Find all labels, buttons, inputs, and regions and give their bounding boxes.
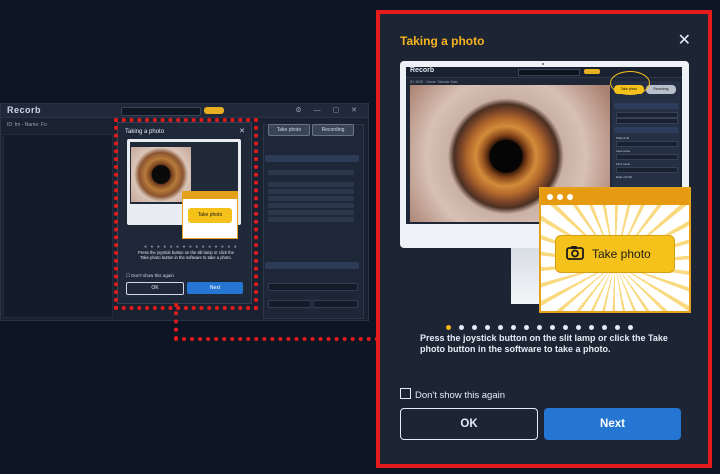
app-logo: Recorb xyxy=(7,105,42,115)
image-list-panel xyxy=(3,134,113,318)
connector-line xyxy=(174,303,178,340)
mini-tab-recording[interactable]: Recording xyxy=(312,124,354,136)
pagination-dot[interactable] xyxy=(511,325,516,330)
pagination-dot[interactable] xyxy=(498,325,503,330)
taking-photo-dialog: Taking a photo ✕ Recorb ID: 5005 · Name:… xyxy=(376,10,712,468)
illus-row xyxy=(616,167,678,173)
window-controls[interactable]: ⚙ — ▢ ✕ xyxy=(295,106,362,114)
illus-field-label: Last name xyxy=(616,149,631,153)
webcam-dot xyxy=(542,63,544,65)
pagination-dot[interactable] xyxy=(459,325,464,330)
illus-row xyxy=(616,141,678,147)
mini-section-header xyxy=(265,155,359,162)
pagination-dot[interactable] xyxy=(550,325,555,330)
instruction-text: Press the joystick button on the slit la… xyxy=(420,333,668,354)
pagination-dot[interactable] xyxy=(602,325,607,330)
next-button[interactable]: Next xyxy=(544,408,681,440)
callout-title-bar xyxy=(541,189,689,205)
pagination-dot[interactable] xyxy=(446,325,451,330)
illus-row xyxy=(616,154,678,160)
pagination-dot[interactable] xyxy=(589,325,594,330)
illus-row xyxy=(616,118,678,124)
list-item[interactable] xyxy=(268,196,354,201)
app-search-button[interactable] xyxy=(204,107,224,114)
illus-field-label: First name xyxy=(616,162,631,166)
list-item[interactable] xyxy=(268,189,354,194)
pagination-dot[interactable] xyxy=(576,325,581,330)
take-photo-label: Take photo xyxy=(592,247,651,261)
pagination-dots xyxy=(446,325,646,331)
checkbox-icon[interactable] xyxy=(400,388,411,399)
illus-section-header xyxy=(614,103,678,109)
illus-section-header xyxy=(614,127,678,133)
app-search-input[interactable] xyxy=(121,107,201,116)
illus-breadcrumb: ID: 5005 · Name: Taisuke Sato xyxy=(410,80,458,84)
mini-field[interactable] xyxy=(268,300,311,308)
mini-section-header xyxy=(265,262,359,269)
list-item[interactable] xyxy=(268,210,354,215)
patient-breadcrumb: ID: fm - Name: Fo xyxy=(7,122,47,128)
illus-search-input xyxy=(518,69,580,76)
pagination-dot[interactable] xyxy=(472,325,477,330)
illus-field-label: Patient ID xyxy=(616,136,630,140)
connector-line xyxy=(174,337,379,341)
pagination-dot[interactable] xyxy=(524,325,529,330)
illus-take-photo-button: Take photo xyxy=(555,235,675,273)
pagination-dot[interactable] xyxy=(628,325,633,330)
pagination-dot[interactable] xyxy=(485,325,490,330)
mini-field[interactable] xyxy=(268,170,354,175)
list-item[interactable] xyxy=(268,182,354,187)
ok-button[interactable]: OK xyxy=(400,408,538,440)
dont-show-label: Don't show this again xyxy=(415,390,506,401)
mini-tab-take-photo[interactable]: Take photo xyxy=(268,124,310,136)
illus-search-button xyxy=(584,69,600,74)
dialog-title: Taking a photo xyxy=(400,34,485,48)
window-dot xyxy=(547,194,553,200)
illus-recording-tab: Recording xyxy=(646,85,676,94)
pagination-dot[interactable] xyxy=(537,325,542,330)
tutorial-illustration: Recorb ID: 5005 · Name: Taisuke Sato Tak… xyxy=(400,61,691,315)
illus-app-logo: Recorb xyxy=(410,67,435,74)
illus-field-label: Date of birth xyxy=(616,175,633,179)
app-titlebar: Recorb ⚙ — ▢ ✕ xyxy=(1,104,368,118)
close-icon[interactable]: ✕ xyxy=(678,30,691,50)
take-photo-callout: Take photo xyxy=(539,187,691,313)
window-dot xyxy=(567,194,573,200)
window-dot xyxy=(557,194,563,200)
list-item[interactable] xyxy=(268,217,354,222)
mini-field[interactable] xyxy=(313,300,358,308)
mini-field[interactable] xyxy=(268,283,358,291)
camera-icon xyxy=(566,246,584,260)
list-item[interactable] xyxy=(268,203,354,208)
illus-highlight-ring xyxy=(610,71,650,95)
dont-show-checkbox[interactable]: Don't show this again xyxy=(400,388,505,401)
pagination-dot[interactable] xyxy=(615,325,620,330)
highlight-frame xyxy=(114,118,258,310)
pagination-dot[interactable] xyxy=(563,325,568,330)
